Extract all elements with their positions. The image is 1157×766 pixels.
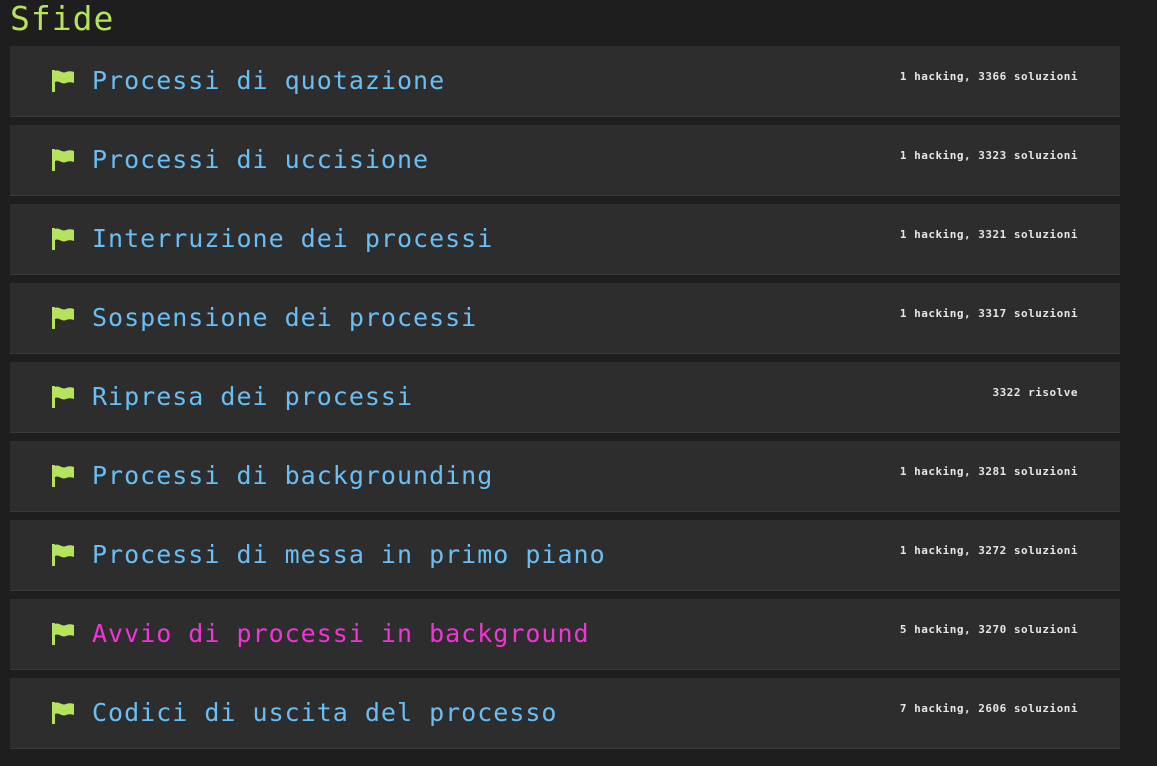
challenge-title[interactable]: Interruzione dei processi xyxy=(92,223,493,255)
challenge-row[interactable]: Codici di uscita del processo 7 hacking,… xyxy=(10,678,1120,749)
challenge-title[interactable]: Processi di backgrounding xyxy=(92,460,493,492)
flag-icon xyxy=(51,623,75,645)
flag-icon xyxy=(51,70,75,92)
flag-icon xyxy=(51,228,75,250)
challenge-title[interactable]: Ripresa dei processi xyxy=(92,381,413,413)
challenge-stats: 1 hacking, 3366 soluzioni xyxy=(899,70,1078,83)
flag-icon xyxy=(51,702,75,724)
challenge-title[interactable]: Processi di uccisione xyxy=(92,144,429,176)
flag-icon xyxy=(51,544,75,566)
challenge-stats: 5 hacking, 3270 soluzioni xyxy=(899,623,1078,636)
challenge-title[interactable]: Sospensione dei processi xyxy=(92,302,477,334)
flag-icon xyxy=(51,386,75,408)
challenge-row[interactable]: Processi di backgrounding 1 hacking, 328… xyxy=(10,441,1120,512)
challenge-stats: 1 hacking, 3281 soluzioni xyxy=(899,465,1078,478)
challenge-row[interactable]: Processi di quotazione 1 hacking, 3366 s… xyxy=(10,46,1120,117)
flag-icon xyxy=(51,465,75,487)
flag-icon xyxy=(51,307,75,329)
challenge-title[interactable]: Processi di messa in primo piano xyxy=(92,539,606,571)
challenge-stats: 1 hacking, 3317 soluzioni xyxy=(899,307,1078,320)
challenge-stats: 3322 risolve xyxy=(992,386,1078,399)
challenge-row[interactable]: Processi di messa in primo piano 1 hacki… xyxy=(10,520,1120,591)
challenge-row-active[interactable]: Avvio di processi in background 5 hackin… xyxy=(10,599,1120,670)
challenge-row[interactable]: Interruzione dei processi 1 hacking, 332… xyxy=(10,204,1120,275)
challenge-stats: 1 hacking, 3323 soluzioni xyxy=(899,149,1078,162)
challenge-stats: 1 hacking, 3321 soluzioni xyxy=(899,228,1078,241)
challenge-title[interactable]: Avvio di processi in background xyxy=(92,618,590,650)
challenge-row[interactable]: Sospensione dei processi 1 hacking, 3317… xyxy=(10,283,1120,354)
challenge-row[interactable]: Processi di uccisione 1 hacking, 3323 so… xyxy=(10,125,1120,196)
challenges-page: Sfide Processi di quotazione 1 hacking, … xyxy=(0,0,1157,766)
flag-icon xyxy=(51,149,75,171)
challenge-stats: 7 hacking, 2606 soluzioni xyxy=(899,702,1078,715)
challenge-row[interactable]: Ripresa dei processi 3322 risolve xyxy=(10,362,1120,433)
challenge-list: Processi di quotazione 1 hacking, 3366 s… xyxy=(10,46,1120,749)
challenge-stats: 1 hacking, 3272 soluzioni xyxy=(899,544,1078,557)
challenge-title[interactable]: Codici di uscita del processo xyxy=(92,697,558,729)
section-title: Sfide xyxy=(10,0,115,38)
challenge-title[interactable]: Processi di quotazione xyxy=(92,65,445,97)
